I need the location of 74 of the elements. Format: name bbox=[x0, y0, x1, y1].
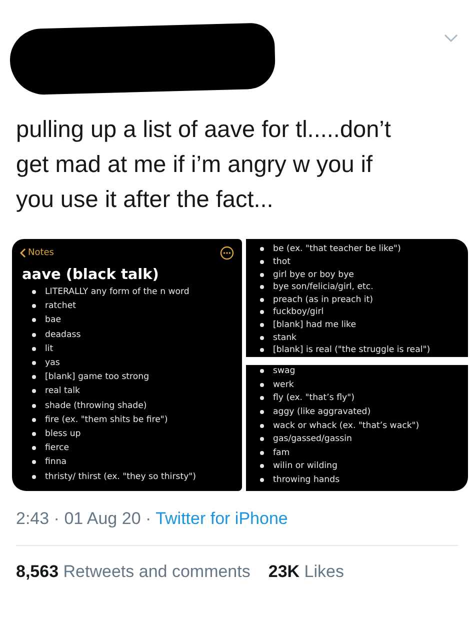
list-item: ratchet bbox=[45, 301, 76, 312]
more-icon[interactable] bbox=[220, 246, 234, 260]
bullet-icon bbox=[32, 418, 36, 422]
bullet-icon bbox=[260, 310, 264, 314]
list-item: bae bbox=[45, 315, 62, 326]
list-item: be (ex. "that teacher be like") bbox=[273, 244, 401, 254]
list-item: preach (as in preach it) bbox=[273, 294, 374, 305]
list-item: [blank] game too strong bbox=[45, 372, 150, 382]
list-item: werk bbox=[273, 380, 294, 390]
bullet-icon bbox=[260, 272, 264, 277]
list-item: throwing hands bbox=[273, 475, 340, 486]
list-item: fire (ex. "them shits be fire") bbox=[45, 414, 168, 425]
list-item: wack or whack (ex. "that’s wack") bbox=[273, 420, 420, 431]
bullet-icon bbox=[32, 432, 36, 436]
bullet-icon bbox=[32, 460, 36, 464]
bullet-icon bbox=[260, 298, 264, 302]
list-item: yas bbox=[45, 358, 60, 368]
back-link[interactable]: Notes bbox=[20, 248, 54, 258]
list-item: aggy (like aggravated) bbox=[273, 407, 371, 418]
bullet-icon bbox=[260, 247, 264, 252]
list-item: girl bye or boy bye bbox=[273, 270, 354, 280]
bullet-icon bbox=[260, 348, 264, 352]
bullet-icon bbox=[260, 260, 264, 264]
bullet-icon bbox=[260, 285, 264, 290]
list-item: LITERALLY any form of the n word bbox=[45, 287, 190, 298]
bullet-icon bbox=[32, 404, 36, 408]
chevron-left-icon bbox=[20, 248, 26, 258]
stat-label: Retweets and comments bbox=[63, 562, 250, 581]
bullet-icon bbox=[260, 450, 264, 455]
bullet-icon bbox=[32, 375, 36, 380]
bullet-icon bbox=[32, 389, 36, 394]
bullet-icon bbox=[260, 437, 264, 442]
bullet-icon bbox=[260, 323, 264, 328]
list-item: thot bbox=[273, 257, 290, 268]
bullet-icon bbox=[32, 361, 36, 366]
bullet-icon bbox=[32, 346, 36, 351]
bullet-icon bbox=[260, 382, 264, 387]
bullet-icon bbox=[260, 478, 264, 482]
bullet-icon bbox=[260, 424, 264, 428]
list-item: gas/gassed/gassin bbox=[273, 434, 352, 444]
list-item: fierce bbox=[45, 443, 70, 454]
note-title: aave (black talk) bbox=[22, 267, 160, 283]
bullet-icon bbox=[32, 318, 36, 322]
bullet-icon bbox=[260, 369, 264, 374]
timestamp: 2:43 · 01 Aug 20 · bbox=[16, 509, 152, 528]
list-item: [blank] had me like bbox=[273, 320, 356, 330]
list-item: stank bbox=[273, 332, 297, 343]
bullet-icon bbox=[32, 304, 36, 308]
bullet-icon bbox=[260, 396, 264, 400]
list-item: bye son/felicia/girl, etc. bbox=[273, 282, 374, 292]
tweet-text: pulling up a list of aave for tl.....don’t get mad at me if i’m angry w you if you use it after the fact... bbox=[16, 115, 391, 214]
list-item: shade (throwing shade) bbox=[45, 400, 147, 411]
list-item: fam bbox=[273, 448, 290, 458]
bullet-icon bbox=[32, 446, 36, 450]
list-item: wilin or wilding bbox=[273, 461, 338, 472]
list-item: thristy/ thirst (ex. "they so thirsty") bbox=[45, 472, 196, 482]
bullet-icon bbox=[32, 290, 36, 294]
list-item: deadass bbox=[45, 330, 81, 340]
stat-count: 8,563 bbox=[16, 562, 59, 581]
bullet-icon bbox=[32, 474, 36, 479]
list-item: lit bbox=[45, 344, 54, 354]
list-item: bless up bbox=[45, 428, 81, 439]
list-item: real talk bbox=[45, 386, 80, 396]
bullet-icon bbox=[260, 410, 264, 414]
bullet-icon bbox=[260, 464, 264, 468]
bullet-icon bbox=[260, 336, 264, 340]
stat-count: 23K bbox=[268, 562, 300, 581]
list-item: swag bbox=[273, 366, 296, 376]
list-item: finna bbox=[45, 457, 67, 468]
stat-label: Likes bbox=[304, 562, 344, 581]
list-item: fuckboy/girl bbox=[273, 307, 324, 318]
list-item: [blank] is real ("the struggle is real") bbox=[273, 345, 430, 356]
list-item: fly (ex. "that’s fly") bbox=[273, 393, 354, 404]
bullet-icon bbox=[32, 332, 36, 337]
